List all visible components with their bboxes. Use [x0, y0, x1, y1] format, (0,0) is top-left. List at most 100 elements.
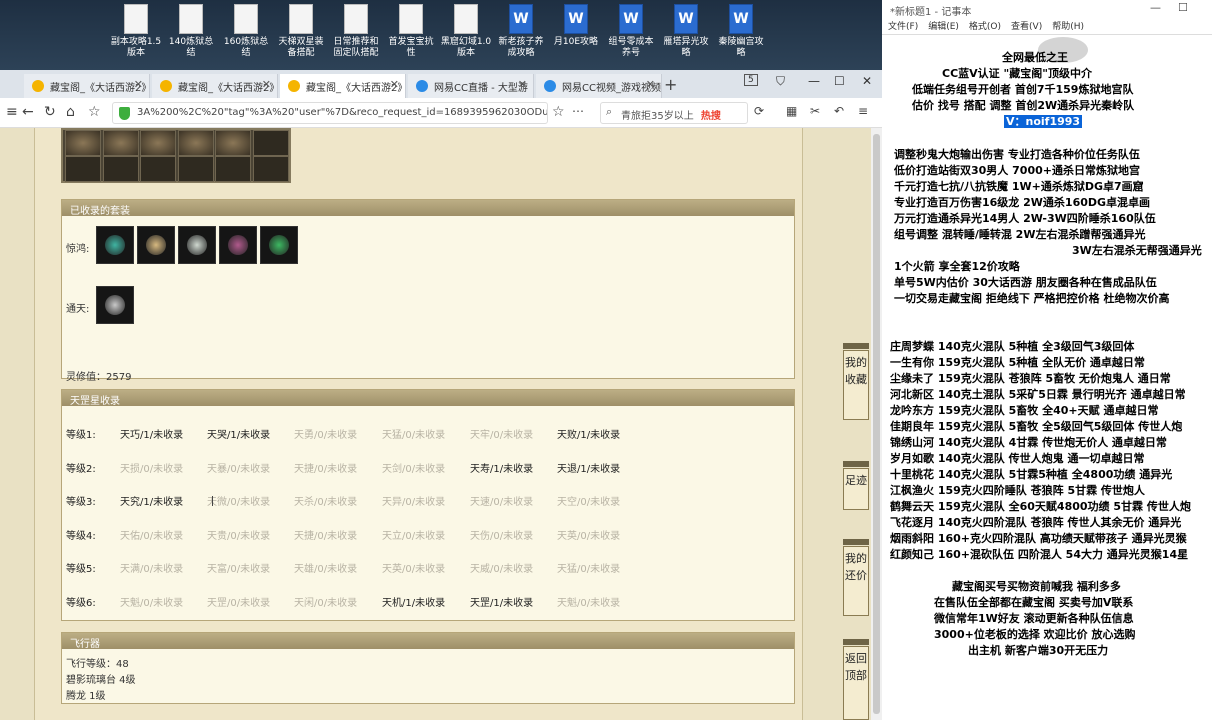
notepad-minimize-button[interactable]: —: [1150, 1, 1161, 14]
scrollbar-thumb[interactable]: [873, 134, 880, 714]
shirt-icon[interactable]: ⛉: [776, 74, 785, 89]
item-slot[interactable]: [65, 156, 101, 182]
tab-close-icon[interactable]: ✕: [262, 78, 271, 91]
tab-close-icon[interactable]: ✕: [390, 78, 399, 91]
item-slot[interactable]: [177, 130, 214, 156]
item-slot[interactable]: [102, 156, 139, 182]
desktop-icon[interactable]: W 组号零成本养号: [605, 4, 657, 59]
suit-item[interactable]: [96, 226, 134, 264]
star-entry[interactable]: 天满/0/未收录: [120, 560, 183, 575]
suit-item[interactable]: [178, 226, 216, 264]
notepad-menu-item[interactable]: 帮助(H): [1052, 22, 1084, 32]
star-entry[interactable]: 天闲/0/未收录: [294, 594, 357, 609]
star-entry[interactable]: 天寿/1/未收录: [470, 460, 533, 475]
item-slot[interactable]: [140, 130, 176, 156]
desktop-icon[interactable]: 140炼狱总结: [165, 4, 217, 59]
home-icon[interactable]: ⌂: [66, 104, 75, 120]
star-entry[interactable]: 天究/1/未收录: [120, 493, 183, 508]
item-slot[interactable]: [215, 130, 251, 156]
star-entry[interactable]: 天雄/0/未收录: [294, 560, 357, 575]
browser-tab[interactable]: 藏宝阁_《大话西游2》 ✕: [152, 74, 278, 98]
item-slot[interactable]: [215, 156, 251, 182]
more-icon[interactable]: ⋯: [572, 104, 584, 118]
browser-tab[interactable]: 网易CC直播 - 大型游 ✕: [408, 74, 534, 98]
back-icon[interactable]: ←: [22, 104, 34, 120]
star-entry[interactable]: 天捷/0/未收录: [294, 527, 357, 542]
star-entry[interactable]: 天暴/0/未收录: [207, 460, 270, 475]
star-entry[interactable]: 天猛/0/未收录: [382, 426, 445, 441]
item-slot[interactable]: [252, 130, 289, 156]
notepad-menu-item[interactable]: 文件(F): [888, 22, 918, 32]
favorites-star-icon[interactable]: ☆: [88, 104, 101, 120]
star-entry[interactable]: 天哭/1/未收录: [207, 426, 270, 441]
browser-tab[interactable]: 藏宝阁_《大话西游2》 ✕: [24, 74, 150, 98]
suit-item[interactable]: [96, 286, 134, 324]
my-counteroffer-button[interactable]: 我的还价: [843, 539, 869, 616]
notepad-text-area[interactable]: 全网最低之王 CC蓝V认证 "藏宝阁"顶级中介 低端任务组号开创者 首创7千159炼…: [882, 34, 1212, 720]
my-favorites-button[interactable]: 我的收藏: [843, 343, 869, 420]
star-entry[interactable]: 天英/0/未收录: [382, 560, 445, 575]
desktop-icon[interactable]: 天梯双星装备搭配: [275, 4, 327, 59]
desktop-icon[interactable]: W 秦陵幽宫攻略: [715, 4, 767, 59]
tab-count-badge[interactable]: 5: [744, 74, 758, 86]
minimize-button[interactable]: —: [808, 74, 820, 88]
star-entry[interactable]: 天速/0/未收录: [470, 493, 533, 508]
star-entry[interactable]: 天空/0/未收录: [557, 493, 620, 508]
star-entry[interactable]: 天贵/0/未收录: [207, 527, 270, 542]
desktop-icon[interactable]: 日常推荐和固定队搭配: [330, 4, 382, 59]
maximize-button[interactable]: ☐: [834, 74, 845, 88]
desktop-icon[interactable]: W 月10E攻略: [550, 4, 602, 48]
star-entry[interactable]: 天杀/0/未收录: [294, 493, 357, 508]
notepad-menu-item[interactable]: 格式(O): [969, 22, 1001, 32]
bookmark-star-icon[interactable]: ☆: [552, 104, 565, 120]
star-entry[interactable]: 天牢/0/未收录: [470, 426, 533, 441]
star-entry[interactable]: 天伤/0/未收录: [470, 527, 533, 542]
hot-search-badge[interactable]: 热搜: [701, 111, 721, 122]
notepad-menu-item[interactable]: 编辑(E): [928, 22, 959, 32]
sync-icon[interactable]: ⟳: [754, 104, 764, 118]
desktop-icon[interactable]: 160炼狱总结: [220, 4, 272, 59]
refresh-icon[interactable]: ↻: [44, 104, 56, 120]
item-slot[interactable]: [140, 156, 176, 182]
star-entry[interactable]: 天罡/0/未收录: [207, 594, 270, 609]
suit-item[interactable]: [137, 226, 175, 264]
star-entry[interactable]: 天富/0/未收录: [207, 560, 270, 575]
scissors-icon[interactable]: ✂: [810, 104, 820, 118]
desktop-icon[interactable]: W 新老孩子养成攻略: [495, 4, 547, 59]
menu-icon[interactable]: ≡: [6, 104, 18, 120]
address-bar[interactable]: 3A%200%2C%20"tag"%3A%20"user"%7D&reco_re…: [112, 102, 548, 124]
close-window-button[interactable]: ✕: [862, 74, 872, 88]
search-box[interactable]: ⌕ 青旅拒35岁以上 热搜: [600, 102, 748, 124]
desktop-icon[interactable]: 首发宝宝抗性: [385, 4, 437, 59]
browser-tab[interactable]: 网易CC视频_游戏视频 ✕: [536, 74, 662, 98]
back-to-top-button[interactable]: 返回顶部: [843, 639, 869, 720]
new-tab-button[interactable]: +: [664, 75, 677, 94]
desktop-icon[interactable]: 黑窟幻域1.0版本: [440, 4, 492, 59]
browser-tab[interactable]: 藏宝阁_《大话西游2》 ✕: [280, 74, 406, 98]
star-entry[interactable]: 天猛/0/未收录: [557, 560, 620, 575]
star-entry[interactable]: 天威/0/未收录: [470, 560, 533, 575]
notepad-menu-item[interactable]: 查看(V): [1011, 22, 1042, 32]
star-entry[interactable]: 天英/0/未收录: [557, 527, 620, 542]
menu-lines-icon[interactable]: ≡: [858, 104, 868, 118]
page-scrollbar[interactable]: [871, 128, 882, 720]
desktop-icon[interactable]: 副本攻略1.5版本: [110, 4, 162, 59]
desktop-icon[interactable]: W 雁塔异光攻略: [660, 4, 712, 59]
star-entry[interactable]: 天损/0/未收录: [120, 460, 183, 475]
star-entry[interactable]: 天捷/0/未收录: [294, 460, 357, 475]
item-slot[interactable]: [177, 156, 214, 182]
star-entry[interactable]: 天勇/0/未收录: [294, 426, 357, 441]
footprint-button[interactable]: 足迹: [843, 461, 869, 510]
star-entry[interactable]: 天机/1/未收录: [382, 594, 445, 609]
star-entry[interactable]: 天异/0/未收录: [382, 493, 445, 508]
tab-close-icon[interactable]: ✕: [518, 78, 527, 91]
notepad-maximize-button[interactable]: ☐: [1178, 1, 1188, 14]
tab-close-icon[interactable]: ✕: [134, 78, 143, 91]
star-entry[interactable]: 天立/0/未收录: [382, 527, 445, 542]
item-slot[interactable]: [65, 130, 101, 156]
grid-icon[interactable]: ▦: [786, 104, 797, 118]
star-entry[interactable]: 天退/1/未收录: [557, 460, 620, 475]
suit-item[interactable]: [219, 226, 257, 264]
star-entry[interactable]: 天魁/0/未收录: [557, 594, 620, 609]
star-entry[interactable]: 天败/1/未收录: [557, 426, 620, 441]
